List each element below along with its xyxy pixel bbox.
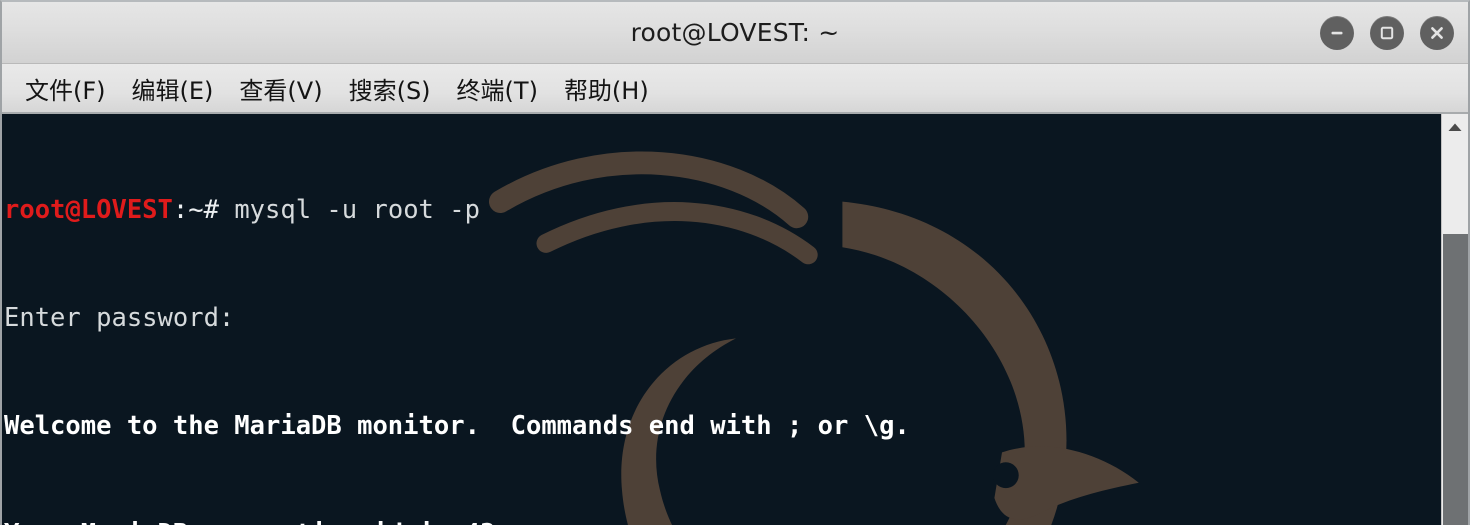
menu-item-view[interactable]: 查看(V) — [226, 69, 335, 108]
menu-item-terminal[interactable]: 终端(T) — [444, 69, 551, 108]
terminal-line: Your MariaDB connection id is 43 — [4, 516, 1441, 525]
terminal-window: root@LOVEST: ~ 文件(F) 编辑(E) 查看(V) 搜索(S) 终… — [0, 0, 1470, 525]
title-bar[interactable]: root@LOVEST: ~ — [2, 2, 1468, 64]
shell-prompt-path: :~# — [172, 195, 235, 225]
terminal-line: Enter password: — [4, 303, 235, 333]
minimize-icon — [1328, 24, 1346, 42]
scroll-up-button[interactable] — [1442, 114, 1468, 140]
menu-bar: 文件(F) 编辑(E) 查看(V) 搜索(S) 终端(T) 帮助(H) — [2, 64, 1468, 114]
terminal-area: root@LOVEST:~# mysql -u root -p Enter pa… — [2, 114, 1468, 525]
scrollbar-thumb[interactable] — [1443, 234, 1468, 525]
terminal-line: Welcome to the MariaDB monitor. Commands… — [4, 411, 910, 441]
terminal-output[interactable]: root@LOVEST:~# mysql -u root -p Enter pa… — [2, 114, 1441, 525]
scroll-up-arrow-icon — [1447, 118, 1463, 137]
menu-item-edit[interactable]: 编辑(E) — [119, 69, 227, 108]
menu-item-file[interactable]: 文件(F) — [12, 69, 119, 108]
menu-item-help[interactable]: 帮助(H) — [551, 69, 662, 108]
close-icon — [1428, 24, 1446, 42]
menu-item-search[interactable]: 搜索(S) — [336, 69, 444, 108]
maximize-button[interactable] — [1370, 15, 1404, 50]
window-title: root@LOVEST: ~ — [630, 18, 840, 47]
shell-prompt-user-host: root@LOVEST — [4, 195, 173, 225]
minimize-button[interactable] — [1320, 15, 1354, 50]
terminal-scrollbar[interactable] — [1441, 114, 1468, 525]
terminal-line-prompt-command: root@LOVEST:~# mysql -u root -p — [4, 192, 1441, 228]
terminal-text-block: root@LOVEST:~# mysql -u root -p Enter pa… — [2, 114, 1441, 525]
window-controls — [1320, 2, 1454, 63]
shell-command: mysql -u root -p — [234, 195, 480, 225]
maximize-icon — [1378, 24, 1396, 42]
close-button[interactable] — [1420, 15, 1454, 50]
